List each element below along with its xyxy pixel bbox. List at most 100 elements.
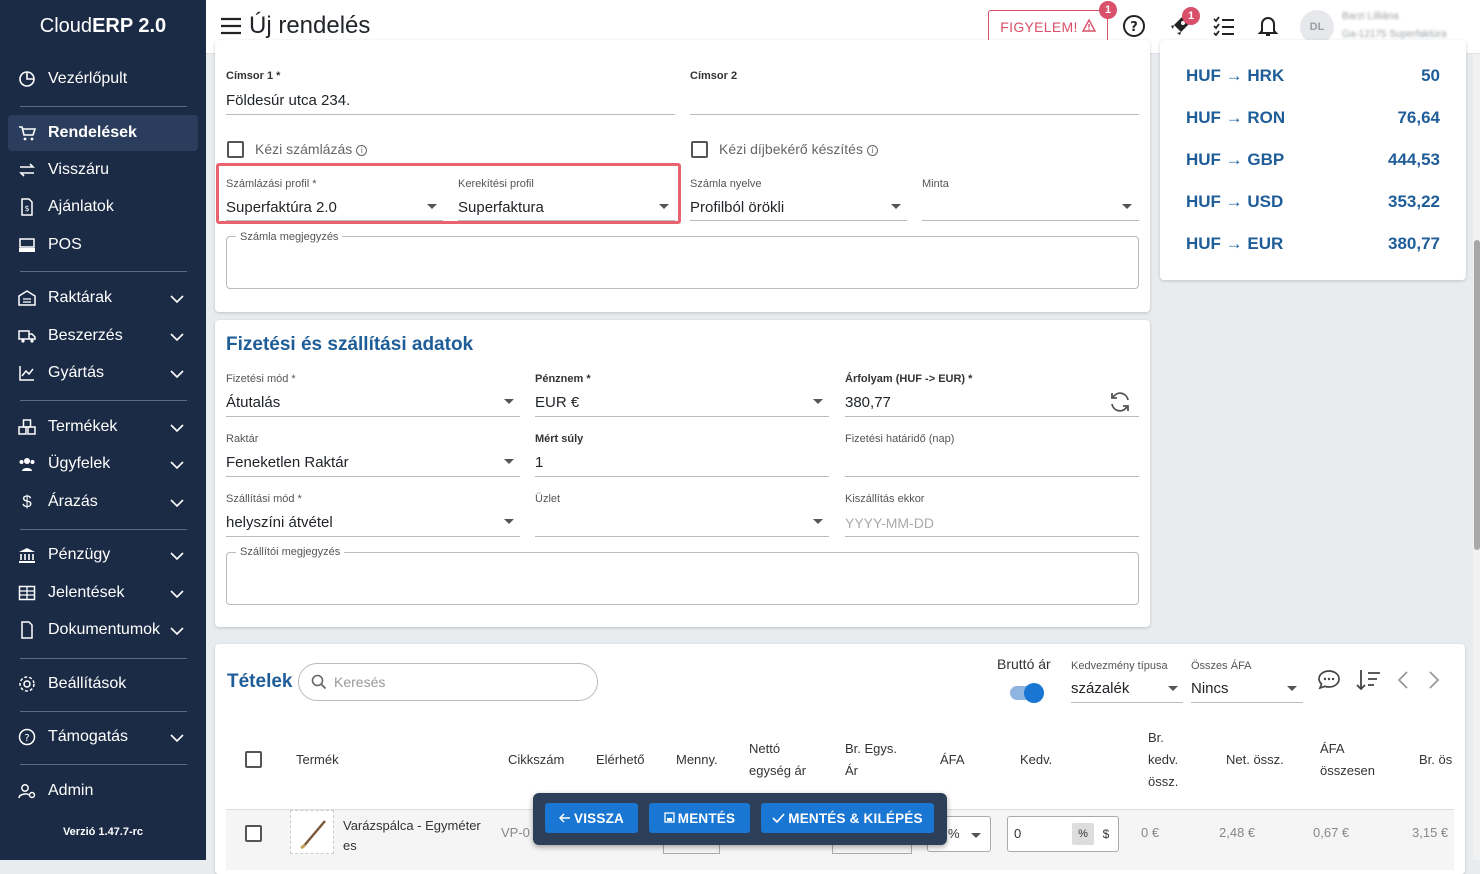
svg-text:?: ?	[1130, 20, 1138, 35]
gross-unit-price-input[interactable]	[832, 844, 912, 854]
gross-price-toggle[interactable]	[1010, 683, 1044, 703]
search-input[interactable]: Keresés	[298, 663, 598, 701]
sidebar-item-products[interactable]: Termékek	[8, 409, 198, 445]
total-vat-select[interactable]: Nincs	[1191, 680, 1229, 697]
sidebar-item-procurement[interactable]: Beszerzés	[8, 318, 198, 354]
rate-row: HUF → HRK 50	[1186, 66, 1440, 85]
bell-icon[interactable]	[1256, 14, 1280, 43]
search-placeholder: Keresés	[334, 674, 386, 690]
warning-triangle-icon	[1081, 18, 1096, 35]
billing-profile-underline	[226, 220, 443, 221]
template-underline	[922, 220, 1139, 221]
sidebar: CloudERP 2.0 Vezérlőpult Rendelések Viss…	[0, 0, 206, 860]
row-checkbox[interactable]	[245, 825, 262, 842]
sidebar-item-returns[interactable]: Visszáru	[8, 152, 198, 188]
col-quantity[interactable]: Menny.	[676, 752, 718, 767]
col-vat[interactable]: ÁFA	[940, 752, 965, 767]
bank-icon	[18, 546, 36, 564]
sidebar-item-label: Vezérlőpult	[48, 70, 128, 87]
caret-down-icon	[504, 459, 514, 464]
warehouse-select[interactable]: Feneketlen Raktár	[226, 454, 349, 471]
invoice-note-textarea[interactable]	[226, 236, 1139, 289]
sidebar-item-dashboard[interactable]: Vezérlőpult	[8, 61, 198, 97]
percent-toggle[interactable]: %	[1072, 823, 1094, 845]
address-line1-input[interactable]: Földesúr utca 234.	[226, 92, 350, 109]
chevron-right-icon[interactable]	[1427, 670, 1441, 695]
billing-profile-select[interactable]: Superfaktúra 2.0	[226, 199, 337, 216]
select-all-checkbox[interactable]	[245, 751, 262, 768]
col-gross-unit-price[interactable]: Br. Egys. Ár	[845, 741, 897, 778]
col-discount[interactable]: Kedv.	[1020, 752, 1052, 767]
col-available[interactable]: Elérhető	[596, 752, 644, 767]
save-button[interactable]: MENTÉS	[649, 803, 750, 833]
shipping-method-select[interactable]: helyszíni átvétel	[226, 514, 333, 531]
manual-proforma-checkbox[interactable]	[691, 141, 708, 158]
sidebar-item-admin[interactable]: Admin	[8, 773, 198, 809]
save-exit-button[interactable]: MENTÉS & KILÉPÉS	[761, 803, 934, 833]
sidebar-item-settings[interactable]: Beállítások	[8, 666, 198, 702]
currency-select[interactable]: EUR €	[535, 394, 579, 411]
scrollbar-thumb[interactable]	[1474, 240, 1480, 550]
sidebar-item-orders[interactable]: Rendelések	[8, 115, 198, 151]
sidebar-item-pricing[interactable]: $ Árazás	[8, 484, 198, 520]
chevron-down-icon	[170, 420, 184, 438]
comment-icon[interactable]	[1317, 669, 1341, 696]
sidebar-item-quotes[interactable]: $ Ajánlatok	[8, 189, 198, 225]
warning-button[interactable]: FIGYELEM!	[988, 10, 1108, 44]
sidebar-item-support[interactable]: ? Támogatás	[8, 719, 198, 755]
sidebar-item-manufacturing[interactable]: Gyártás	[8, 355, 198, 391]
chevron-down-icon	[170, 291, 184, 309]
col-net-total[interactable]: Net. össz.	[1226, 752, 1284, 767]
avatar[interactable]: DL	[1300, 10, 1334, 44]
chevron-down-icon	[170, 495, 184, 513]
invoice-language-select[interactable]: Profilból örökli	[690, 199, 784, 216]
product-name[interactable]: Varázspálca - Egyméter es	[343, 816, 481, 856]
col-vat-total[interactable]: ÁFA összesen	[1320, 741, 1375, 778]
back-button[interactable]: VISSZA	[545, 803, 638, 833]
sort-icon[interactable]	[1355, 668, 1381, 697]
shop-label: Üzlet	[535, 493, 561, 505]
col-gross-discount-total[interactable]: Br. kedv. össz.	[1148, 730, 1178, 789]
manual-invoice-checkbox[interactable]	[227, 141, 244, 158]
sidebar-item-label: Termékek	[48, 418, 118, 435]
sidebar-item-finance[interactable]: Pénzügy	[8, 537, 198, 573]
sidebar-item-label: Árazás	[48, 493, 98, 510]
sidebar-item-warehouses[interactable]: Raktárak	[8, 280, 198, 316]
dollar-toggle[interactable]: $	[1096, 823, 1116, 845]
payment-method-select[interactable]: Átutalás	[226, 394, 280, 411]
chevron-left-icon[interactable]	[1396, 670, 1410, 695]
discount-input[interactable]: 0 % $	[1007, 816, 1119, 852]
hamburger-menu-icon[interactable]	[220, 16, 242, 41]
sidebar-item-pos[interactable]: POS	[8, 227, 198, 263]
info-icon: i	[356, 144, 368, 156]
weight-input[interactable]: 1	[535, 454, 543, 471]
help-icon[interactable]: ?	[1122, 14, 1146, 43]
discount-type-select[interactable]: százalék	[1071, 680, 1129, 697]
sidebar-item-documents[interactable]: Dokumentumok	[8, 612, 198, 648]
rounding-profile-select[interactable]: Superfaktura	[458, 199, 544, 216]
chevron-down-icon	[170, 586, 184, 604]
refresh-icon[interactable]	[1108, 390, 1132, 419]
exchange-rate-input[interactable]: 380,77	[845, 394, 891, 411]
svg-text:?: ?	[24, 733, 29, 744]
section-title: Tételek	[227, 671, 293, 692]
sidebar-item-reports[interactable]: Jelentések	[8, 575, 198, 611]
sidebar-item-customers[interactable]: Ügyfelek	[8, 446, 198, 482]
chevron-down-icon	[170, 730, 184, 748]
brand-logo[interactable]: CloudERP 2.0	[0, 0, 206, 52]
info-icon: i	[866, 144, 878, 156]
row-net-total: 2,48 €	[1219, 825, 1256, 840]
address-line2-underline	[690, 114, 1139, 115]
delivery-date-input[interactable]: YYYY-MM-DD	[845, 515, 934, 531]
col-product[interactable]: Termék	[296, 752, 339, 767]
col-gross-total[interactable]: Br. ös	[1419, 752, 1452, 767]
help-icon: ?	[18, 728, 36, 746]
col-net-unit-price[interactable]: Nettó egység ár	[749, 741, 806, 778]
shipping-note-textarea[interactable]	[226, 552, 1139, 605]
quantity-input[interactable]	[663, 844, 720, 854]
checklist-icon[interactable]	[1212, 14, 1236, 43]
delivery-date-underline	[845, 536, 1139, 537]
discount-type-label: Kedvezmény típusa	[1071, 660, 1168, 672]
col-sku[interactable]: Cikkszám	[508, 752, 564, 767]
sidebar-divider	[20, 764, 187, 765]
